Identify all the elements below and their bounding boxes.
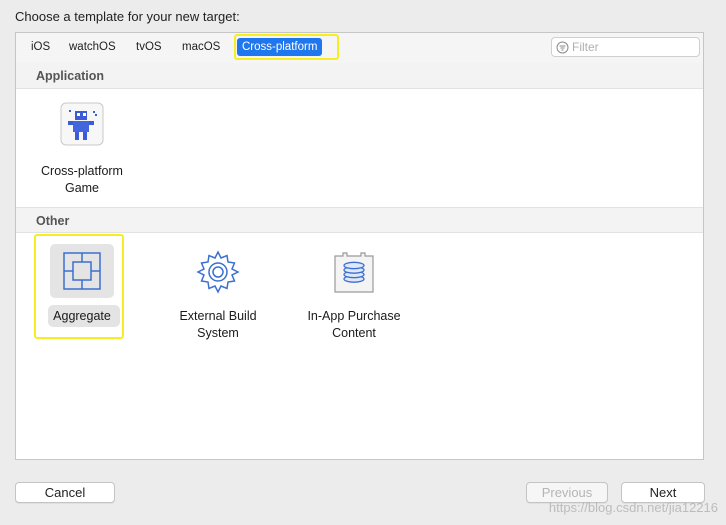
gear-icon (196, 250, 240, 294)
template-label-line1: Cross-platform (41, 164, 123, 178)
tab-highlight-box (234, 34, 339, 60)
tab-tvos[interactable]: tvOS (131, 38, 167, 56)
template-in-app-purchase-content[interactable]: In-App Purchase Content (299, 241, 409, 351)
template-label-line1: In-App Purchase (307, 309, 401, 323)
platform-tab-bar: iOS watchOS tvOS macOS Cross-platform (16, 33, 703, 64)
section-header-other: Other (16, 207, 703, 233)
in-app-purchase-icon (334, 252, 374, 293)
dialog-prompt: Choose a template for your new target: (15, 9, 240, 24)
tab-ios[interactable]: iOS (26, 38, 55, 56)
cancel-button[interactable]: Cancel (15, 482, 115, 503)
section-header-application: Application (16, 63, 703, 89)
tab-watchos[interactable]: watchOS (64, 38, 121, 56)
template-label-line2: System (197, 326, 239, 340)
template-label-line2: Game (64, 181, 100, 195)
template-panel: iOS watchOS tvOS macOS Cross-platform Ap… (15, 32, 704, 460)
template-external-build-system[interactable]: External Build System (163, 241, 273, 351)
tab-macos[interactable]: macOS (177, 38, 225, 56)
aggregate-highlight-box (34, 234, 124, 339)
template-label-line1: External Build (179, 309, 257, 323)
template-cross-platform-game[interactable]: Cross-platform Game (27, 91, 137, 203)
watermark: https://blog.csdn.net/jia12216 (548, 500, 718, 515)
filter-input[interactable] (572, 39, 692, 55)
template-aggregate[interactable]: Aggregate (27, 234, 137, 351)
game-robot-icon (60, 102, 104, 146)
template-label-line2: Content (332, 326, 376, 340)
filter-icon (556, 41, 569, 54)
filter-field[interactable] (551, 37, 700, 57)
